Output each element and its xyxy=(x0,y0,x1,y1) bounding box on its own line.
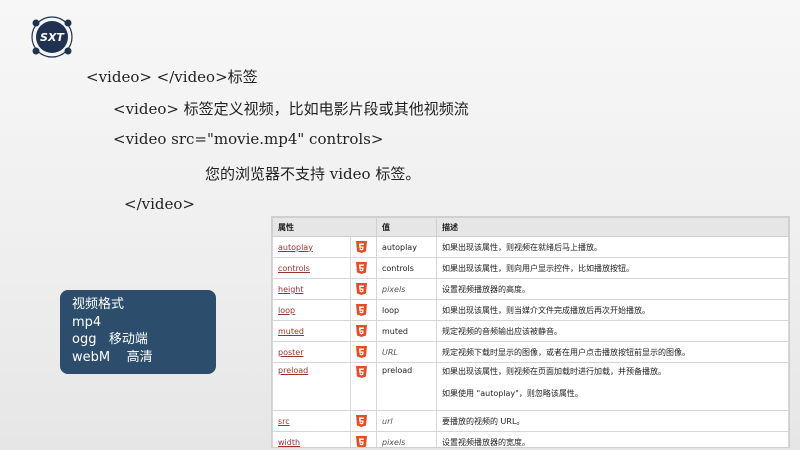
html5-cell xyxy=(350,341,377,363)
value-cell: controls xyxy=(376,257,437,279)
attr-link-poster[interactable]: poster xyxy=(278,348,304,357)
attr-link-controls[interactable]: controls xyxy=(278,264,310,273)
logo-dot-bottom-left xyxy=(32,47,40,55)
value-cell: loop xyxy=(376,299,437,321)
logo-dot-bottom-right xyxy=(64,47,72,55)
attr-cell: autoplay xyxy=(272,236,351,258)
sxt-logo: SXT xyxy=(31,16,73,58)
value-cell: url xyxy=(376,410,437,432)
table-row: muted muted 规定视频的音频输出应该被静音。 xyxy=(272,320,789,342)
formats-title: 视频格式 xyxy=(72,297,125,312)
attr-cell: loop xyxy=(272,299,351,321)
header-value: 值 xyxy=(376,217,437,237)
html5-cell xyxy=(350,431,377,447)
video-tag-definition: <video> 标签定义视频，比如电影片段或其他视频流 xyxy=(113,100,469,118)
table-row: loop loop 如果出现该属性，则当媒介文件完成播放后再次开始播放。 xyxy=(272,299,789,321)
attr-link-src[interactable]: src xyxy=(278,417,290,426)
html5-cell xyxy=(350,410,377,432)
html5-cell xyxy=(350,362,377,411)
value-cell: URL xyxy=(376,341,437,363)
table-row: controls controls 如果出现该属性，则向用户显示控件，比如播放按… xyxy=(272,257,789,279)
value-cell: preload xyxy=(376,362,437,411)
video-fallback-text: 您的浏览器不支持 video 标签。 xyxy=(205,165,421,183)
attr-cell: preload xyxy=(272,362,351,411)
attributes-table: 属性 值 描述 autoplay autoplay 如果出现该属性，则视频在就绪… xyxy=(272,217,789,447)
attr-cell: width xyxy=(272,431,351,447)
attr-link-loop[interactable]: loop xyxy=(278,306,295,315)
desc-cell: 设置视频播放器的高度。 xyxy=(436,278,789,300)
video-tag-heading: <video> </video>标签 xyxy=(86,68,258,86)
attr-cell: poster xyxy=(272,341,351,363)
attr-link-preload[interactable]: preload xyxy=(278,366,308,375)
video-open-tag-example: <video src="movie.mp4" controls> xyxy=(113,130,384,148)
video-formats-box: 视频格式 mp4 ogg 移动端 webM 高清 xyxy=(60,290,216,374)
format-ogg: ogg 移动端 xyxy=(72,332,148,347)
table-row: preload preload 如果出现该属性，则视频在页面加载时进行加载，并预… xyxy=(272,362,789,411)
desc-cell: 规定视频的音频输出应该被静音。 xyxy=(436,320,789,342)
html5-icon xyxy=(356,241,367,253)
desc-cell: 要播放的视频的 URL。 xyxy=(436,410,789,432)
table-row: src url 要播放的视频的 URL。 xyxy=(272,410,789,432)
html5-icon xyxy=(356,283,367,295)
attr-cell: src xyxy=(272,410,351,432)
html5-icon xyxy=(356,415,367,427)
value-cell: pixels xyxy=(376,431,437,447)
desc-text-secondary: 如果使用 "autoplay"，则忽略该属性。 xyxy=(442,389,583,398)
attr-link-height[interactable]: height xyxy=(278,285,304,294)
html5-cell xyxy=(350,320,377,342)
html5-icon xyxy=(356,436,367,447)
value-cell: muted xyxy=(376,320,437,342)
logo-dot-top-left xyxy=(32,19,40,27)
logo-text: SXT xyxy=(40,31,65,44)
format-mp4: mp4 xyxy=(72,314,102,330)
html5-icon xyxy=(356,325,367,337)
attr-link-width[interactable]: width xyxy=(278,438,300,447)
desc-cell: 如果出现该属性，则向用户显示控件，比如播放按钮。 xyxy=(436,257,789,279)
desc-cell: 如果出现该属性，则视频在就绪后马上播放。 xyxy=(436,236,789,258)
html5-icon xyxy=(356,262,367,274)
value-cell: autoplay xyxy=(376,236,437,258)
table-row: poster URL 规定视频下载时显示的图像，或者在用户点击播放按钮前显示的图… xyxy=(272,341,789,363)
html5-cell xyxy=(350,299,377,321)
attr-link-muted[interactable]: muted xyxy=(278,327,304,336)
value-cell: pixels xyxy=(376,278,437,300)
desc-cell: 规定视频下载时显示的图像，或者在用户点击播放按钮前显示的图像。 xyxy=(436,341,789,363)
logo-dot-top-right xyxy=(64,19,72,27)
html5-icon xyxy=(356,366,367,378)
header-attribute: 属性 xyxy=(272,217,377,237)
table-row: width pixels 设置视频播放器的宽度。 xyxy=(272,431,789,447)
table-row: autoplay autoplay 如果出现该属性，则视频在就绪后马上播放。 xyxy=(272,236,789,258)
html5-cell xyxy=(350,278,377,300)
attr-link-autoplay[interactable]: autoplay xyxy=(278,243,313,252)
format-webm: webM 高清 xyxy=(72,349,153,365)
html5-icon xyxy=(356,304,367,316)
desc-cell: 设置视频播放器的宽度。 xyxy=(436,431,789,447)
header-description: 描述 xyxy=(436,217,789,237)
html5-cell xyxy=(350,236,377,258)
html5-cell xyxy=(350,257,377,279)
video-close-tag-example: </video> xyxy=(124,195,195,213)
desc-text: 如果出现该属性，则视频在页面加载时进行加载，并预备播放。 xyxy=(442,367,666,376)
table-row: height pixels 设置视频播放器的高度。 xyxy=(272,278,789,300)
html5-icon xyxy=(356,346,367,358)
attr-cell: height xyxy=(272,278,351,300)
desc-cell: 如果出现该属性，则当媒介文件完成播放后再次开始播放。 xyxy=(436,299,789,321)
attr-cell: muted xyxy=(272,320,351,342)
desc-cell: 如果出现该属性，则视频在页面加载时进行加载，并预备播放。 如果使用 "autop… xyxy=(436,362,789,411)
video-attributes-table: 属性 值 描述 autoplay autoplay 如果出现该属性，则视频在就绪… xyxy=(271,216,790,448)
table-header-row: 属性 值 描述 xyxy=(272,217,789,237)
attr-cell: controls xyxy=(272,257,351,279)
